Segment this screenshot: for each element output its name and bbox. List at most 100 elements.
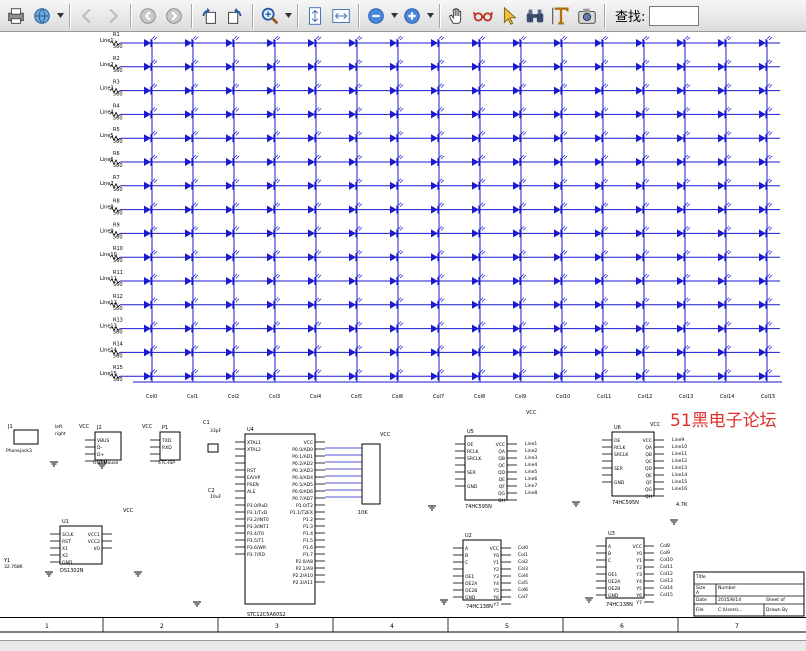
arrow-pointer-icon bbox=[503, 6, 517, 25]
text-cursor-icon bbox=[552, 7, 569, 24]
led-diode bbox=[308, 110, 315, 119]
web-dropdown[interactable] bbox=[55, 3, 65, 29]
rotate-ccw-button[interactable] bbox=[196, 3, 222, 29]
title-block-file-value: C:\Users\... bbox=[718, 607, 743, 613]
led-diode bbox=[718, 372, 725, 381]
led-diode bbox=[185, 181, 192, 190]
led-ray bbox=[194, 322, 199, 326]
web-button[interactable] bbox=[29, 3, 55, 29]
net-label: right bbox=[55, 431, 66, 437]
led-ray bbox=[235, 203, 240, 207]
led-diode bbox=[554, 134, 561, 143]
led-diode bbox=[554, 348, 561, 357]
zoom-in-button[interactable] bbox=[399, 3, 425, 29]
chip-designator: U4 bbox=[247, 427, 254, 433]
pin-label: P0.3/AD3 bbox=[292, 468, 313, 474]
led-ray bbox=[440, 369, 445, 374]
led-diode bbox=[759, 86, 766, 95]
led-ray bbox=[604, 298, 609, 303]
pin-label: QG bbox=[645, 487, 653, 493]
led-ray bbox=[317, 274, 322, 279]
led-diode bbox=[554, 229, 561, 238]
zoom-out-button[interactable] bbox=[363, 3, 389, 29]
pin-label: C bbox=[608, 558, 611, 564]
net-label: Col13 bbox=[660, 578, 673, 584]
toolbar-separator bbox=[604, 3, 605, 28]
led-ray bbox=[768, 84, 773, 88]
led-ray bbox=[522, 274, 527, 279]
resistor-label: R10 bbox=[113, 246, 123, 252]
next-page-button[interactable] bbox=[100, 3, 126, 29]
led-ray bbox=[233, 35, 238, 40]
pin-label: D- bbox=[97, 445, 102, 451]
led-diode bbox=[636, 324, 643, 333]
led-ray bbox=[561, 35, 566, 40]
led-diode bbox=[554, 181, 561, 190]
pin-label: P0.4/AD4 bbox=[292, 475, 313, 481]
led-ray bbox=[235, 36, 240, 41]
horizontal-scrollbar[interactable] bbox=[0, 640, 806, 651]
zoom-out-dropdown[interactable] bbox=[389, 3, 399, 29]
led-diode bbox=[431, 181, 438, 190]
document-canvas[interactable]: Line1 R1 560 Line2 R2 560 Line3 R3 560 Line4 R4 560… bbox=[0, 32, 806, 651]
zoom-in-dropdown[interactable] bbox=[425, 3, 435, 29]
fit-width-button[interactable] bbox=[328, 3, 354, 29]
led-ray bbox=[604, 250, 609, 255]
snapshot-button[interactable] bbox=[574, 3, 600, 29]
pin-label: SCLK bbox=[62, 532, 75, 538]
border-number: 5 bbox=[505, 623, 509, 630]
led-diode bbox=[390, 205, 397, 214]
select-tool-button[interactable] bbox=[496, 3, 522, 29]
rotate-cw-button[interactable] bbox=[222, 3, 248, 29]
toolbar: 查找: bbox=[0, 0, 806, 32]
led-ray bbox=[399, 179, 404, 184]
led-ray bbox=[235, 250, 240, 255]
zoom-tool-button[interactable] bbox=[257, 3, 283, 29]
led-diode bbox=[144, 253, 151, 262]
binoculars-button[interactable] bbox=[522, 3, 548, 29]
text-tool-button[interactable] bbox=[548, 3, 574, 29]
led-ray bbox=[438, 35, 443, 40]
led-ray bbox=[194, 131, 199, 136]
pin-label: X1 bbox=[62, 546, 68, 552]
forward-button[interactable] bbox=[161, 3, 187, 29]
led-diode bbox=[349, 300, 356, 309]
toolbar-separator bbox=[358, 3, 359, 28]
glasses-button[interactable] bbox=[470, 3, 496, 29]
chevron-right-icon bbox=[109, 8, 118, 23]
pin-label: P1.1/T2EX bbox=[290, 510, 313, 516]
pin-label: VCC bbox=[633, 544, 642, 550]
prev-page-button[interactable] bbox=[74, 3, 100, 29]
led-diode bbox=[513, 134, 520, 143]
led-ray bbox=[276, 369, 281, 374]
fit-page-button[interactable] bbox=[302, 3, 328, 29]
led-diode bbox=[226, 253, 233, 262]
led-ray bbox=[356, 35, 361, 40]
led-diode bbox=[226, 277, 233, 285]
led-ray bbox=[192, 35, 197, 40]
find-input[interactable] bbox=[649, 5, 700, 26]
led-ray bbox=[274, 35, 279, 40]
led-ray bbox=[481, 131, 486, 136]
led-diode bbox=[595, 86, 602, 95]
pin-label: Y3 bbox=[492, 574, 499, 580]
zoom-tool-dropdown[interactable] bbox=[283, 3, 293, 29]
net-label: Col7 bbox=[518, 594, 528, 600]
hand-tool-button[interactable] bbox=[444, 3, 470, 29]
led-ray bbox=[276, 60, 281, 65]
led-ray bbox=[727, 250, 732, 255]
led-diode bbox=[144, 372, 151, 381]
back-button[interactable] bbox=[135, 3, 161, 29]
led-diode bbox=[718, 324, 725, 333]
led-diode bbox=[185, 110, 192, 119]
led-ray bbox=[235, 131, 240, 136]
led-ray bbox=[315, 35, 320, 40]
led-diode bbox=[226, 181, 233, 190]
print-button[interactable] bbox=[3, 3, 29, 29]
led-ray bbox=[397, 35, 402, 40]
led-ray bbox=[725, 35, 730, 40]
led-ray bbox=[317, 322, 322, 326]
led-diode bbox=[308, 39, 315, 47]
led-diode bbox=[431, 229, 438, 238]
led-ray bbox=[481, 84, 486, 88]
